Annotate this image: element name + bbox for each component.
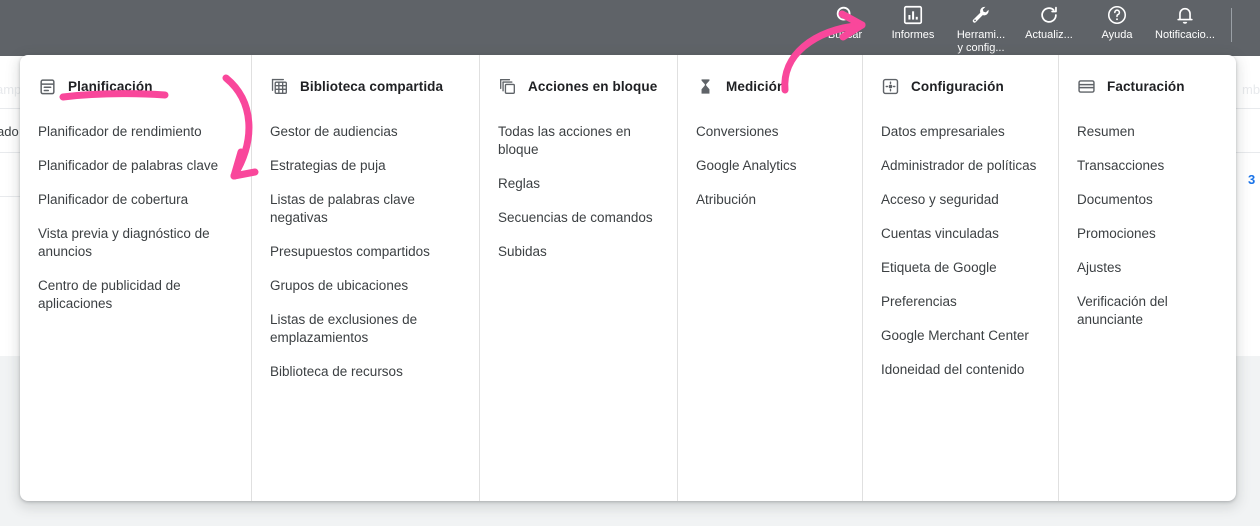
menu-item-presupuestos-compartidos[interactable]: Presupuestos compartidos [252,235,479,269]
menu-items-biblioteca-compartida: Gestor de audiencias Estrategias de puja… [252,115,479,389]
menu-column-header: Acciones en bloque [480,73,677,99]
menu-item-cuentas-vinculadas[interactable]: Cuentas vinculadas [863,217,1058,251]
background-row-divider [1232,152,1260,153]
menu-items-planificacion: Planificador de rendimiento Planificador… [20,115,251,321]
tools-wrench-icon [970,4,992,26]
menu-column-acciones-en-bloque: Acciones en bloque Todas las acciones en… [480,55,678,501]
search-icon [834,4,856,26]
menu-item-google-analytics[interactable]: Google Analytics [678,149,862,183]
menu-column-header: Facturación [1059,73,1236,99]
menu-column-title-biblioteca-compartida: Biblioteca compartida [300,78,444,94]
menu-column-facturacion: Facturación Resumen Transacciones Docume… [1059,55,1236,501]
menu-item-subidas[interactable]: Subidas [480,235,677,269]
menu-item-estrategias-de-puja[interactable]: Estrategias de puja [252,149,479,183]
shared-library-grid-icon [270,77,289,96]
reports-bar-chart-icon [902,4,924,26]
menu-item-secuencias-de-comandos[interactable]: Secuencias de comandos [480,201,677,235]
menu-item-atribucion[interactable]: Atribución [678,183,862,217]
menu-item-planificador-de-cobertura[interactable]: Planificador de cobertura [20,183,251,217]
menu-item-grupos-de-ubicaciones[interactable]: Grupos de ubicaciones [252,269,479,303]
menu-item-documentos[interactable]: Documentos [1059,183,1236,217]
background-breadcrumb-fragment-right: mb [1242,82,1260,97]
toolbar-actions: Buscar Informes Herrami... y config... A… [811,0,1232,56]
menu-items-acciones-en-bloque: Todas las acciones en bloque Reglas Secu… [480,115,677,269]
background-metric-fragment-right: 3 [1248,172,1256,187]
menu-column-title-acciones-en-bloque: Acciones en bloque [528,78,658,94]
toolbar-label-notifications: Notificacio... [1155,29,1215,41]
menu-item-transacciones[interactable]: Transacciones [1059,149,1236,183]
menu-column-title-facturacion: Facturación [1107,78,1185,94]
menu-item-listas-de-palabras-clave-negativas[interactable]: Listas de palabras clave negativas [252,183,479,235]
menu-item-conversiones[interactable]: Conversiones [678,115,862,149]
menu-column-header: Configuración [863,73,1058,99]
toolbar-divider [1231,8,1232,42]
menu-items-configuracion: Datos empresariales Administrador de pol… [863,115,1058,387]
menu-item-verificacion-del-anunciante[interactable]: Verificación del anunciante [1059,285,1236,337]
toolbar-label-reports: Informes [891,29,935,41]
menu-item-planificador-de-palabras-clave[interactable]: Planificador de palabras clave [20,149,251,183]
top-toolbar: Buscar Informes Herrami... y config... A… [0,0,1260,56]
toolbar-button-notifications[interactable]: Notificacio... [1151,0,1219,42]
background-right-card [1232,56,1260,356]
menu-column-planificacion: Planificación Planificador de rendimient… [20,55,252,501]
menu-item-google-merchant-center[interactable]: Google Merchant Center [863,319,1058,353]
bulk-actions-stack-icon [498,77,517,96]
menu-item-etiqueta-de-google[interactable]: Etiqueta de Google [863,251,1058,285]
menu-item-todas-las-acciones-en-bloque[interactable]: Todas las acciones en bloque [480,115,677,167]
menu-column-title-medicion: Medición [726,78,786,94]
menu-items-facturacion: Resumen Transacciones Documentos Promoci… [1059,115,1236,337]
menu-items-medicion: Conversiones Google Analytics Atribución [678,115,862,217]
menu-column-header: Biblioteca compartida [252,73,479,99]
menu-column-configuracion: Configuración Datos empresariales Admini… [863,55,1059,501]
menu-item-promociones[interactable]: Promociones [1059,217,1236,251]
menu-item-acceso-y-seguridad[interactable]: Acceso y seguridad [863,183,1058,217]
menu-item-reglas[interactable]: Reglas [480,167,677,201]
menu-column-title-planificacion: Planificación [68,78,153,94]
toolbar-button-help[interactable]: Ayuda [1083,0,1151,42]
toolbar-button-refresh[interactable]: Actualiz... [1015,0,1083,42]
menu-column-biblioteca-compartida: Biblioteca compartida Gestor de audienci… [252,55,480,501]
menu-item-resumen[interactable]: Resumen [1059,115,1236,149]
menu-item-datos-empresariales[interactable]: Datos empresariales [863,115,1058,149]
screen-root: amp ado mb 3 Buscar [0,0,1260,526]
menu-item-administrador-de-politicas[interactable]: Administrador de políticas [863,149,1058,183]
toolbar-label-refresh: Actualiz... [1025,29,1073,41]
menu-item-biblioteca-de-recursos[interactable]: Biblioteca de recursos [252,355,479,389]
background-cell-fragment-left: ado [0,124,19,139]
settings-gear-icon [881,77,900,96]
menu-item-listas-de-exclusiones-de-emplazamientos[interactable]: Listas de exclusiones de emplazamientos [252,303,479,355]
help-question-icon [1106,4,1128,26]
measurement-hourglass-icon [696,77,715,96]
menu-item-gestor-de-audiencias[interactable]: Gestor de audiencias [252,115,479,149]
menu-item-centro-de-publicidad-de-aplicaciones[interactable]: Centro de publicidad de aplicaciones [20,269,251,321]
planning-calendar-icon [38,77,57,96]
menu-column-header: Medición [678,73,862,99]
toolbar-button-reports[interactable]: Informes [879,0,947,42]
background-row-divider [1232,108,1260,109]
refresh-icon [1038,4,1060,26]
menu-column-title-configuracion: Configuración [911,78,1004,94]
toolbar-label-help: Ayuda [1101,29,1133,41]
menu-column-medicion: Medición Conversiones Google Analytics A… [678,55,863,501]
menu-item-vista-previa-y-diagnostico-de-anuncios[interactable]: Vista previa y diagnóstico de anuncios [20,217,251,269]
toolbar-button-tools-and-settings[interactable]: Herrami... y config... [947,0,1015,55]
menu-item-ajustes[interactable]: Ajustes [1059,251,1236,285]
menu-item-planificador-de-rendimiento[interactable]: Planificador de rendimiento [20,115,251,149]
tools-and-settings-menu: Planificación Planificador de rendimient… [20,55,1236,501]
toolbar-button-search[interactable]: Buscar [811,0,879,42]
background-breadcrumb-fragment-left: amp [0,82,22,97]
toolbar-label-search: Buscar [827,29,863,41]
menu-item-idoneidad-del-contenido[interactable]: Idoneidad del contenido [863,353,1058,387]
bell-notification-icon [1174,4,1196,26]
toolbar-label-tools-and-settings: Herrami... y config... [956,29,1006,54]
menu-item-preferencias[interactable]: Preferencias [863,285,1058,319]
billing-credit-card-icon [1077,77,1096,96]
menu-column-header: Planificación [20,73,251,99]
